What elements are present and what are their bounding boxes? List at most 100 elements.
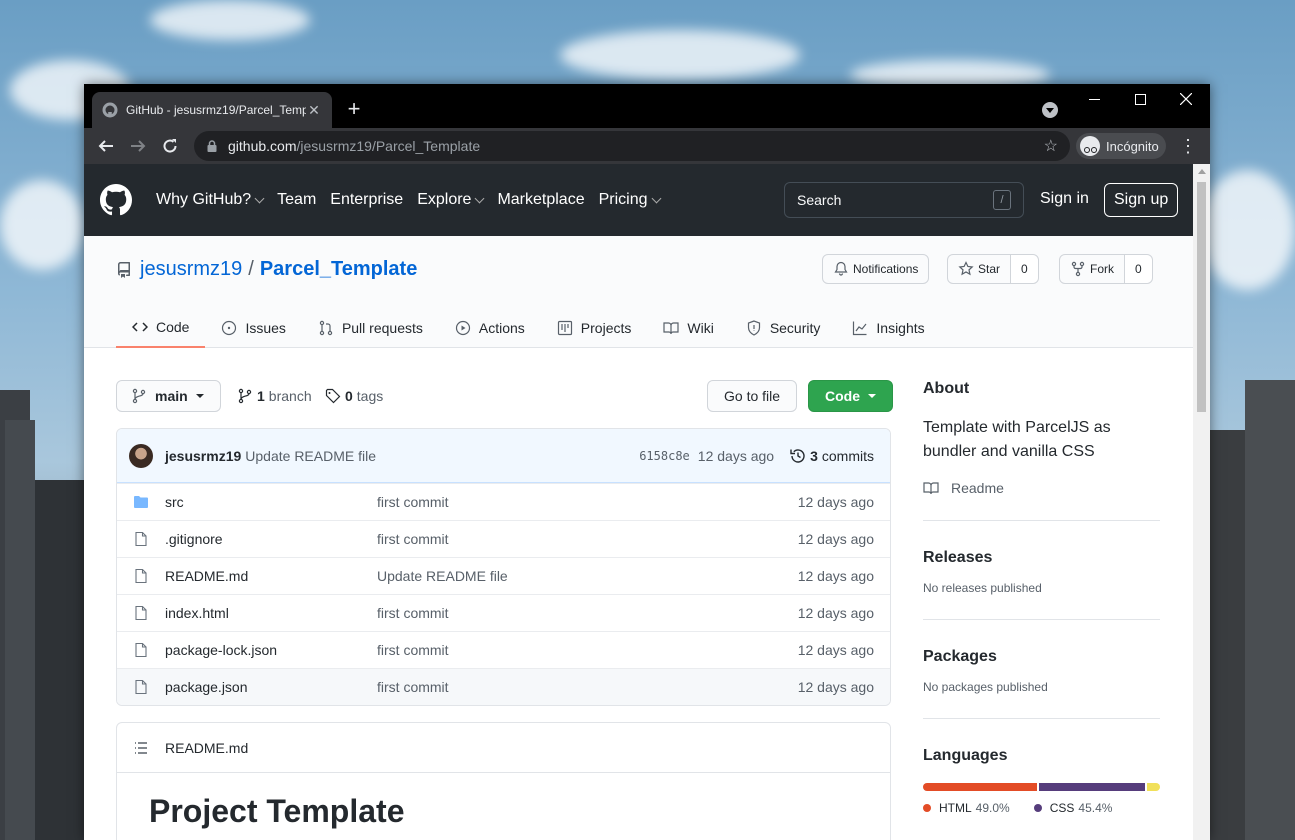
repo-nav-tabs: Code Issues Pull requests Actions Projec… xyxy=(116,308,941,348)
new-tab-button[interactable]: + xyxy=(340,96,368,124)
branch-count: 1 xyxy=(257,388,265,404)
page-viewport: Why GitHub? Team Enterprise Explore Mark… xyxy=(84,164,1193,840)
scrollbar-thumb[interactable] xyxy=(1197,182,1206,412)
file-name[interactable]: package.json xyxy=(165,679,377,695)
tags-link[interactable]: 0 tags xyxy=(325,388,383,404)
page-scrollbar[interactable] xyxy=(1193,164,1210,840)
repo-owner-link[interactable]: jesusrmz19 xyxy=(140,258,242,281)
code-download-button[interactable]: Code xyxy=(808,380,893,412)
divider xyxy=(923,520,1160,521)
releases-title[interactable]: Releases xyxy=(923,549,1160,567)
language-bar-segment xyxy=(1039,783,1145,791)
star-count[interactable]: 0 xyxy=(1010,255,1038,283)
notifications-button[interactable]: Notifications xyxy=(822,254,930,284)
file-name[interactable]: package-lock.json xyxy=(165,642,377,658)
file-row[interactable]: src first commit 12 days ago xyxy=(117,483,890,520)
file-commit-message[interactable]: first commit xyxy=(377,494,798,510)
tab-pull-requests[interactable]: Pull requests xyxy=(302,308,439,348)
file-commit-message[interactable]: first commit xyxy=(377,531,798,547)
close-window-button[interactable] xyxy=(1163,84,1209,114)
repo-name-link[interactable]: Parcel_Template xyxy=(260,258,418,281)
browser-window: GitHub - jesusrmz19/Parcel_Temp ✕ + gith… xyxy=(84,84,1210,840)
tab-close-icon[interactable]: ✕ xyxy=(306,102,322,119)
browser-menu-icon[interactable]: ⋮ xyxy=(1178,132,1198,160)
file-commit-message[interactable]: first commit xyxy=(377,679,798,695)
maximize-button[interactable] xyxy=(1117,84,1163,114)
repo-header: jesusrmz19 / Parcel_Template Notificatio… xyxy=(84,236,1193,348)
packages-title[interactable]: Packages xyxy=(923,648,1160,666)
scroll-up-icon[interactable] xyxy=(1198,169,1206,174)
language-css[interactable]: CSS 45.4% xyxy=(1033,801,1112,815)
file-commit-message[interactable]: first commit xyxy=(377,605,798,621)
star-button[interactable]: Star 0 xyxy=(947,254,1039,284)
tab-code[interactable]: Code xyxy=(116,308,206,348)
file-row[interactable]: .gitignore first commit 12 days ago xyxy=(117,520,890,557)
file-row[interactable]: package.json first commit 12 days ago xyxy=(117,668,890,705)
tab-label: Code xyxy=(156,319,190,335)
branch-icon xyxy=(132,388,146,404)
tab-issues[interactable]: Issues xyxy=(205,308,301,348)
avatar[interactable] xyxy=(129,443,153,468)
sign-up-button[interactable]: Sign up xyxy=(1104,183,1179,217)
tab-actions[interactable]: Actions xyxy=(439,308,541,348)
pull-request-icon xyxy=(319,320,333,336)
file-age: 12 days ago xyxy=(797,568,874,584)
file-row[interactable]: README.md Update README file 12 days ago xyxy=(117,557,890,594)
file-name[interactable]: README.md xyxy=(165,568,377,584)
list-icon[interactable] xyxy=(133,740,149,756)
file-age: 12 days ago xyxy=(797,642,874,658)
forward-button[interactable] xyxy=(124,132,152,160)
commits-link[interactable]: 3 commits xyxy=(790,448,874,464)
search-input[interactable]: Search / xyxy=(784,182,1024,218)
file-name[interactable]: index.html xyxy=(165,605,377,621)
tab-projects[interactable]: Projects xyxy=(541,308,648,348)
bookmark-star-icon[interactable]: ☆ xyxy=(1044,136,1058,156)
fork-button[interactable]: Fork 0 xyxy=(1059,254,1153,284)
nav-team[interactable]: Team xyxy=(277,191,316,209)
file-name[interactable]: .gitignore xyxy=(165,531,377,547)
tab-wiki[interactable]: Wiki xyxy=(647,308,729,348)
star-icon xyxy=(958,261,974,276)
file-commit-message[interactable]: Update README file xyxy=(377,568,798,584)
language-dot xyxy=(923,804,931,812)
tab-search-icon[interactable] xyxy=(1042,102,1058,118)
repo-sidebar: About Template with ParcelJS as bundler … xyxy=(923,380,1160,815)
commit-sha[interactable]: 6158c8e xyxy=(639,449,690,463)
tab-security[interactable]: Security xyxy=(730,308,837,348)
reload-icon xyxy=(163,139,177,153)
minimize-button[interactable] xyxy=(1071,84,1117,114)
releases-text: No releases published xyxy=(923,581,1042,595)
branch-select-button[interactable]: main xyxy=(116,380,221,412)
sign-in-link[interactable]: Sign in xyxy=(1040,190,1089,208)
nav-marketplace[interactable]: Marketplace xyxy=(497,191,584,209)
incognito-badge[interactable]: Incógnito xyxy=(1076,133,1166,159)
incognito-label: Incógnito xyxy=(1106,138,1159,154)
file-icon xyxy=(135,679,147,695)
go-to-file-button[interactable]: Go to file xyxy=(707,380,798,412)
back-button[interactable] xyxy=(92,132,120,160)
nav-enterprise[interactable]: Enterprise xyxy=(330,191,403,209)
address-bar[interactable]: github.com/jesusrmz19/Parcel_Template ☆ xyxy=(194,131,1070,161)
github-main-nav: Why GitHub? Team Enterprise Explore Mark… xyxy=(156,164,674,236)
file-row[interactable]: index.html first commit 12 days ago xyxy=(117,594,890,631)
file-row[interactable]: package-lock.json first commit 12 days a… xyxy=(117,631,890,668)
file-name[interactable]: src xyxy=(165,494,377,510)
file-commit-message[interactable]: first commit xyxy=(377,642,798,658)
fork-count[interactable]: 0 xyxy=(1124,255,1152,283)
tab-label: Issues xyxy=(245,320,286,336)
language-name: CSS xyxy=(1049,801,1075,815)
readme-filename[interactable]: README.md xyxy=(165,740,248,756)
tab-strip: GitHub - jesusrmz19/Parcel_Temp ✕ + xyxy=(84,84,1210,128)
commit-author[interactable]: jesusrmz19 xyxy=(165,448,241,464)
github-logo-icon[interactable] xyxy=(100,184,132,216)
nav-pricing[interactable]: Pricing xyxy=(599,191,661,209)
readme-link[interactable]: Readme xyxy=(923,480,1160,496)
language-html[interactable]: HTML 49.0% xyxy=(923,801,1010,815)
branches-link[interactable]: 1 branch xyxy=(237,388,312,404)
commit-message[interactable]: Update README file xyxy=(245,448,376,464)
reload-button[interactable] xyxy=(156,132,184,160)
browser-tab[interactable]: GitHub - jesusrmz19/Parcel_Temp ✕ xyxy=(92,92,332,128)
nav-why-github[interactable]: Why GitHub? xyxy=(156,191,265,209)
tab-insights[interactable]: Insights xyxy=(836,308,940,348)
nav-explore[interactable]: Explore xyxy=(417,191,485,209)
